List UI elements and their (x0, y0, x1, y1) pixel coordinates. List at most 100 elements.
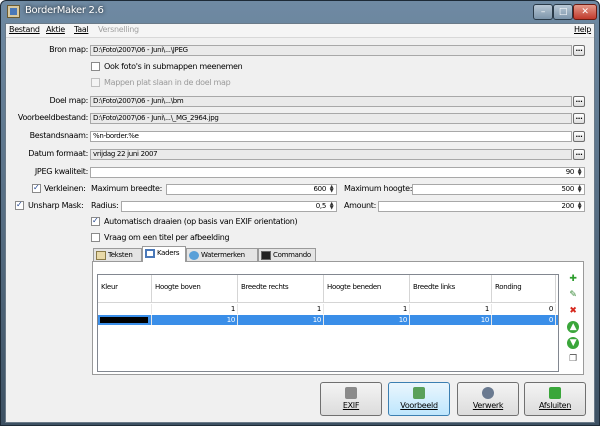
edit-icon[interactable]: ✎ (567, 289, 579, 301)
spin-arrows-icon[interactable]: ▲ ▼ (575, 168, 584, 177)
table-row-selected[interactable]: 10 10 10 10 0 (98, 315, 558, 325)
unsharp-checkbox[interactable] (15, 200, 24, 210)
window-title: BorderMaker 2.6 (25, 5, 104, 16)
tab-teksten[interactable]: Teksten (93, 248, 142, 262)
tab-label: Watermerken (201, 251, 245, 259)
tab-label: Kaders (157, 249, 180, 257)
datum-field[interactable]: vrijdag 22 juni 2007 (90, 149, 572, 160)
naam-input[interactable]: %n-border.%e (90, 131, 572, 142)
vraag-titel-checkbox[interactable] (91, 233, 100, 242)
amount-spinner[interactable]: 200 ▲ ▼ (378, 201, 585, 212)
datum-browse-button[interactable]: ... (573, 149, 585, 160)
bron-label: Bron map: (49, 45, 88, 54)
preview-icon (413, 387, 425, 399)
minimize-button[interactable]: – (533, 4, 553, 20)
menu-taal[interactable]: Taal (74, 25, 89, 34)
menu-help[interactable]: Help (574, 25, 591, 34)
radius-spinner[interactable]: 0,5 ▲ ▼ (121, 201, 337, 212)
title-bar[interactable]: BorderMaker 2.6 – □ ✕ (1, 1, 599, 23)
exif-button[interactable]: EXIF (320, 382, 382, 416)
spin-arrows-icon[interactable]: ▲ ▼ (575, 185, 584, 194)
copy-icon[interactable]: ❐ (567, 353, 579, 365)
console-icon (261, 251, 271, 260)
cell-value: 1 (410, 304, 492, 314)
cell-value: 0 (492, 304, 556, 314)
voorbeeld-label: Voorbeeldbestand: (17, 113, 88, 122)
cell-kleur (98, 304, 152, 314)
down-icon[interactable]: ▼ (567, 337, 579, 349)
auto-draaien-label: Automatisch draaien (op basis van EXIF o… (104, 217, 298, 226)
max-breedte-spinner[interactable]: 600 ▲ ▼ (166, 184, 337, 195)
amount-label: Amount: (344, 201, 377, 210)
menu-bestand[interactable]: Bestand (9, 25, 40, 34)
tab-kaders[interactable]: Kaders (142, 246, 186, 262)
max-breedte-value: 600 (313, 185, 327, 193)
jpeg-spinner[interactable]: 90 ▲ ▼ (90, 167, 585, 178)
spin-arrows-icon[interactable]: ▲ ▼ (575, 202, 584, 211)
voorbeeld-field[interactable]: D:\Foto\2007\06 - Juni\...\_MG_2964.jpg (90, 113, 572, 124)
submappen-checkbox[interactable] (91, 62, 100, 71)
table-row[interactable]: 1 1 1 1 0 (98, 304, 558, 314)
cell-value: 1 (238, 304, 324, 314)
tab-label: Teksten (108, 251, 133, 259)
col-breedte-rechts[interactable]: Breedte rechts (238, 275, 324, 303)
menu-bar: Bestand Aktie Taal Versnelling Help (6, 24, 594, 38)
col-hoogte-beneden[interactable]: Hoogte beneden (324, 275, 410, 303)
process-icon (482, 387, 494, 399)
verwerk-button[interactable]: Verwerk (457, 382, 519, 416)
spin-arrows-icon[interactable]: ▲ ▼ (327, 185, 336, 194)
vraag-titel-label: Vraag om een titel per afbeelding (104, 233, 230, 242)
afsluiten-label: Afsluiten (538, 401, 572, 410)
voorbeeld-browse-button[interactable]: ... (573, 113, 585, 124)
amount-value: 200 (561, 202, 575, 210)
verwerk-label: Verwerk (472, 401, 504, 410)
cell-value: 10 (238, 315, 324, 325)
max-breedte-label: Maximum breedte: (91, 184, 163, 193)
bron-field[interactable]: D:\Foto\2007\06 - Juni\...\JPEG (90, 45, 572, 56)
up-icon[interactable]: ▲ (567, 321, 579, 333)
tab-watermerken[interactable]: Watermerken (186, 248, 258, 262)
tab-label: Commando (273, 251, 311, 259)
col-breedte-links[interactable]: Breedte links (410, 275, 492, 303)
close-button[interactable]: ✕ (573, 4, 597, 20)
max-hoogte-spinner[interactable]: 500 ▲ ▼ (412, 184, 585, 195)
voorbeeld-label: Voorbeeld (400, 401, 438, 410)
jpeg-label: JPEG kwaliteit: (34, 167, 88, 176)
bron-browse-button[interactable]: ... (573, 45, 585, 56)
add-icon[interactable]: ✚ (567, 273, 579, 285)
delete-icon[interactable]: ✖ (567, 305, 579, 317)
col-kleur[interactable]: Kleur (98, 275, 152, 303)
plat-checkbox[interactable] (91, 78, 100, 87)
naam-browse-button[interactable]: ... (573, 131, 585, 142)
col-hoogte-boven[interactable]: Hoogte boven (152, 275, 238, 303)
verkleinen-label: Verkleinen: (44, 184, 86, 193)
spin-arrows-icon[interactable]: ▲ ▼ (327, 202, 336, 211)
col-ronding[interactable]: Ronding (492, 275, 556, 303)
verkleinen-checkbox[interactable] (32, 183, 41, 193)
client-area: Bestand Aktie Taal Versnelling Help Bron… (5, 23, 595, 423)
menu-versnelling[interactable]: Versnelling (98, 25, 139, 34)
cell-value: 10 (410, 315, 492, 325)
doel-field[interactable]: D:\Foto\2007\06 - Juni\...\bm (90, 96, 572, 107)
kaders-table[interactable]: Kleur Hoogte boven Breedte rechts Hoogte… (97, 274, 559, 372)
maximize-button[interactable]: □ (553, 4, 573, 20)
doel-browse-button[interactable]: ... (573, 96, 585, 107)
kaders-panel: Kleur Hoogte boven Breedte rechts Hoogte… (92, 261, 584, 375)
jpeg-value: 90 (565, 168, 575, 176)
unsharp-label: Unsharp Mask: (28, 201, 84, 210)
frame-icon (145, 249, 155, 258)
tab-commando[interactable]: Commando (258, 248, 316, 262)
cell-value: 0 (492, 315, 556, 325)
exit-icon (549, 387, 561, 399)
cell-kleur (98, 315, 152, 325)
auto-draaien-checkbox[interactable] (91, 216, 100, 226)
cell-value: 1 (324, 304, 410, 314)
voorbeeld-button[interactable]: Voorbeeld (388, 382, 450, 416)
naam-label: Bestandsnaam: (29, 131, 89, 140)
exif-label: EXIF (342, 401, 360, 410)
afsluiten-button[interactable]: Afsluiten (524, 382, 586, 416)
menu-aktie[interactable]: Aktie (46, 25, 65, 34)
radius-label: Radius: (91, 201, 119, 210)
datum-label: Datum formaat: (28, 149, 88, 158)
cell-value: 10 (324, 315, 410, 325)
